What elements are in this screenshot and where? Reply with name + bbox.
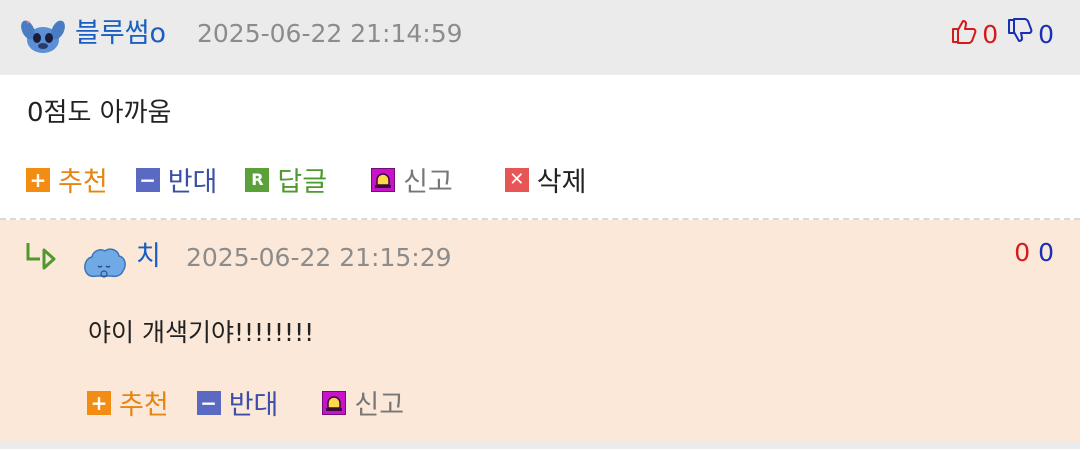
like-count: 0 [982, 19, 999, 49]
reply-comment: 치 2025-06-22 21:15:29 0 0 야이 개색기야!!!!!!!… [0, 220, 1080, 442]
comment-author[interactable]: 블루썸o [75, 14, 166, 54]
comment-actions: + 추천 − 반대 R 답글 신고 ✕ 삭제 [26, 160, 614, 199]
oppose-button[interactable]: − 반대 [135, 160, 218, 199]
comment-votes: 0 0 [950, 14, 1054, 54]
recommend-button[interactable]: + 추천 [26, 160, 108, 199]
reply-votes: 0 0 [1014, 232, 1054, 272]
recommend-label: 추천 [58, 167, 108, 198]
reply-report-button[interactable]: 신고 [322, 383, 404, 422]
plus-icon: + [26, 167, 50, 192]
siren-icon [322, 390, 347, 415]
reply-oppose-button[interactable]: − 반대 [196, 383, 279, 422]
comment-timestamp: 2025-06-22 21:14:59 [197, 19, 463, 48]
reply-like-count[interactable]: 0 [1014, 238, 1030, 267]
user-avatar[interactable] [20, 16, 66, 60]
bottom-separator [0, 442, 1080, 449]
delete-button[interactable]: ✕ 삭제 [504, 160, 587, 199]
reply-author[interactable]: 치 [136, 237, 161, 277]
delete-label: 삭제 [536, 167, 587, 198]
report-label: 신고 [354, 390, 405, 421]
reply-dislike-count[interactable]: 0 [1038, 238, 1054, 267]
reply-text: 야이 개색기야!!!!!!!! [88, 318, 315, 347]
reply-timestamp: 2025-06-22 21:15:29 [186, 243, 452, 272]
reply-recommend-button[interactable]: + 추천 [87, 383, 169, 422]
comment-header: 블루썸o 2025-06-22 21:14:59 0 0 [0, 0, 1080, 75]
reply-user-avatar[interactable] [82, 244, 126, 282]
close-icon: ✕ [504, 167, 529, 192]
report-label: 신고 [403, 167, 453, 198]
reply-label: 답글 [277, 167, 328, 198]
minus-icon: − [135, 167, 160, 192]
comment-text: 0점도 아까움 [27, 98, 172, 128]
report-button[interactable]: 신고 [371, 160, 453, 199]
thumbs-down-icon[interactable] [1006, 17, 1034, 51]
reply-r-icon: R [245, 167, 270, 192]
oppose-label: 반대 [167, 167, 218, 198]
reply-arrow-icon [25, 240, 61, 272]
plus-icon: + [87, 390, 111, 415]
recommend-label: 추천 [119, 390, 169, 421]
reply-button[interactable]: R 답글 [245, 160, 327, 199]
dislike-count: 0 [1038, 19, 1054, 49]
thumbs-up-icon[interactable] [950, 17, 978, 51]
oppose-label: 반대 [228, 390, 279, 421]
siren-icon [371, 167, 396, 192]
reply-actions: + 추천 − 반대 신고 [87, 383, 432, 422]
minus-icon: − [196, 390, 221, 415]
